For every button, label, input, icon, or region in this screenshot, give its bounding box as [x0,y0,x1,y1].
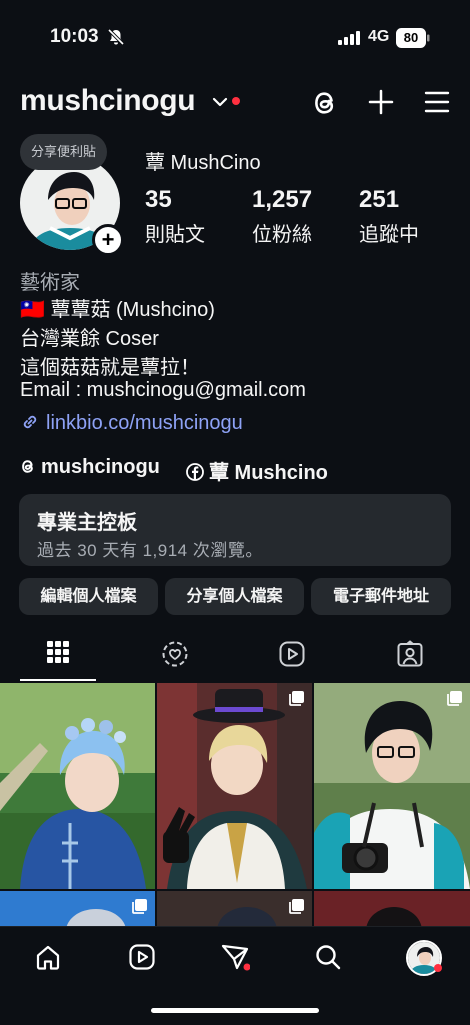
reels-icon[interactable] [128,943,156,971]
carousel-icon [289,691,304,706]
dashboard-subtitle: 過去 30 天有 1,914 次瀏覽。 [37,541,263,560]
note-bubble[interactable]: 分享便利貼 [20,134,108,170]
dashboard-title: 專業主控板 [37,512,137,534]
battery-level: 80 [403,30,419,45]
threads-icon[interactable] [311,88,339,118]
profile-notification-dot [434,964,442,972]
carousel-icon [447,691,462,706]
bio-line: Email : mushcinogu@gmail.com [20,379,306,401]
posts-stat[interactable]: 35 則貼文 [145,186,205,247]
bio-line: 這個菇菇就是蕈拉！ [20,357,200,379]
threads-handle: mushcinogu [41,456,160,478]
following-label: 追蹤中 [359,224,419,246]
add-story-icon[interactable]: + [92,224,124,256]
facebook-name: 蕈 Mushcino [209,462,328,484]
bio-link-text: linkbio.co/mushcinogu [46,412,243,434]
username-switcher[interactable]: mushcinogu [20,84,196,118]
grid-icon[interactable] [46,640,70,664]
post-tile[interactable] [314,683,470,889]
bio-link[interactable]: linkbio.co/mushcinogu [20,412,243,435]
post-tile[interactable] [0,683,155,889]
chevron-down-icon[interactable] [212,96,228,108]
link-icon [23,415,37,429]
notification-dot [232,97,240,105]
facebook-icon [186,463,204,481]
home-indicator [151,1008,319,1013]
followers-stat[interactable]: 1,257 位粉絲 [252,186,312,247]
create-plus-icon[interactable] [367,88,395,116]
followers-label: 位粉絲 [252,224,312,246]
search-icon[interactable] [314,943,342,971]
email-button[interactable]: 電子郵件地址 [311,578,451,615]
display-name: 蕈 MushCino [145,152,261,174]
facebook-profile-link[interactable]: 蕈 Mushcino [186,456,328,485]
post-tile[interactable] [157,683,312,889]
tab-active-indicator [20,679,96,681]
following-count: 251 [359,186,400,213]
bell-muted-icon [107,28,125,46]
bio-line: 🇹🇼 蕈蕈菇 (Mushcino) [20,299,215,321]
status-time: 10:03 [50,26,99,47]
edit-profile-button[interactable]: 編輯個人檔案 [19,578,158,615]
share-profile-button[interactable]: 分享個人檔案 [165,578,304,615]
followers-count: 1,257 [252,186,313,213]
threads-profile-link[interactable]: mushcinogu [20,456,160,479]
carousel-icon [132,899,147,914]
following-stat[interactable]: 251 追蹤中 [359,186,419,247]
network-type: 4G [368,28,390,45]
post-tile[interactable] [0,891,155,926]
bio-line: 台灣業餘 Coser [20,328,159,350]
professional-dashboard[interactable]: 專業主控板 過去 30 天有 1,914 次瀏覽。 [19,494,451,566]
home-icon[interactable] [34,943,62,971]
direct-messages-icon[interactable] [220,943,250,971]
reels-circle-icon[interactable] [161,640,189,668]
threads-icon [22,460,33,473]
post-tile[interactable] [314,891,470,926]
carousel-icon [289,899,304,914]
menu-icon[interactable] [424,90,450,114]
signal-icon [338,31,360,45]
posts-count: 35 [145,186,172,213]
tagged-icon[interactable] [396,640,424,668]
reels-icon[interactable] [278,640,306,668]
category-label: 藝術家 [20,272,80,294]
post-tile[interactable] [157,891,312,926]
posts-label: 則貼文 [145,224,205,246]
